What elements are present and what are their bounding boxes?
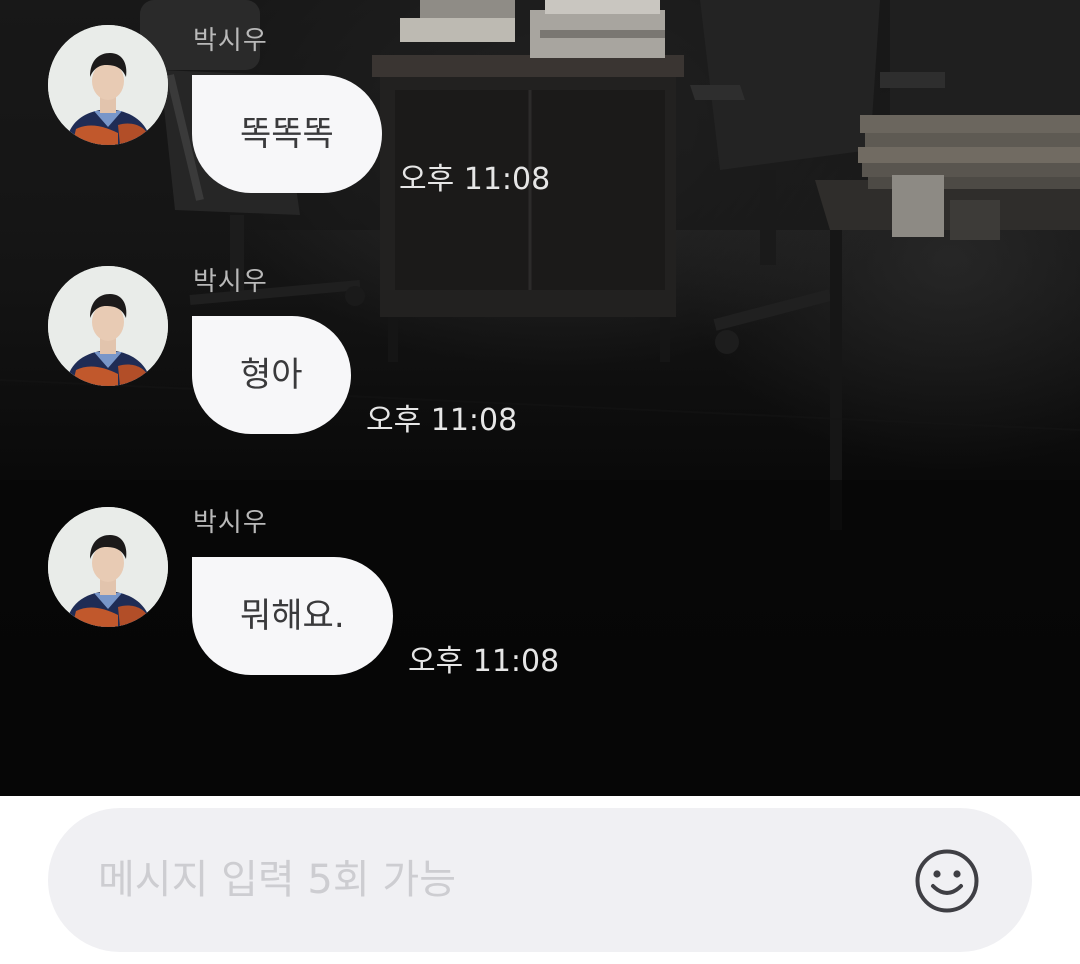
smiley-face-icon[interactable]	[914, 848, 980, 914]
avatar[interactable]	[48, 507, 168, 627]
message-timestamp: 오후 11:08	[399, 162, 551, 197]
message-row: 박시우 똑똑똑 오후 11:08	[0, 0, 1080, 197]
message-bubble[interactable]: 형아	[192, 316, 351, 434]
sender-name: 박시우	[193, 508, 268, 538]
profile-photo	[48, 507, 168, 627]
avatar[interactable]	[48, 25, 168, 145]
message-timestamp: 오후 11:08	[408, 644, 560, 679]
message-composer: 메시지 입력 5회 가능	[0, 796, 1080, 964]
message-bubble[interactable]: 뭐해요.	[192, 557, 393, 675]
profile-photo	[48, 266, 168, 386]
message-timestamp: 오후 11:08	[366, 403, 518, 438]
chat-area[interactable]: 박시우 똑똑똑 오후 11:08 박시우 형아 오후 11:08 박시우 뭐해요…	[0, 0, 1080, 796]
message-input[interactable]: 메시지 입력 5회 가능	[48, 808, 1032, 952]
profile-photo	[48, 25, 168, 145]
sender-name: 박시우	[193, 267, 268, 297]
sender-name: 박시우	[193, 26, 268, 56]
message-bubble[interactable]: 똑똑똑	[192, 75, 382, 193]
avatar[interactable]	[48, 266, 168, 386]
message-row: 박시우 뭐해요. 오후 11:08	[0, 482, 1080, 679]
message-row: 박시우 형아 오후 11:08	[0, 241, 1080, 438]
message-input-placeholder[interactable]: 메시지 입력 5회 가능	[98, 808, 456, 952]
